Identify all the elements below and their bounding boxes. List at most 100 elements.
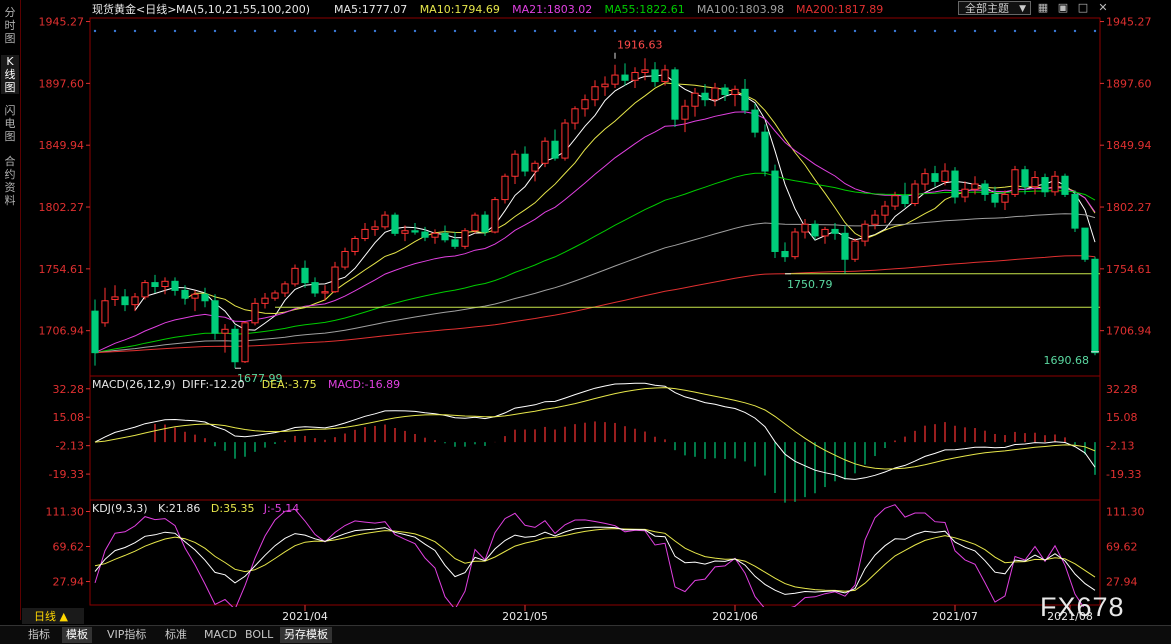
candle-body — [101, 300, 109, 324]
macd-value-dea: DEA:-3.75 — [262, 378, 317, 391]
theme-select[interactable]: 全部主题 ▼ — [958, 1, 1031, 15]
event-dot — [933, 29, 937, 33]
candle-body — [321, 291, 329, 294]
candle-body — [761, 131, 769, 172]
kdj-ytick-label-left: 27.94 — [53, 576, 85, 589]
bottom-tab-boll[interactable]: BOLL — [241, 627, 277, 643]
candle-body — [621, 74, 629, 81]
candle-body — [741, 88, 749, 111]
candle-body — [231, 328, 239, 363]
event-dot — [753, 29, 757, 33]
candle-body — [1021, 169, 1029, 188]
event-dot — [813, 29, 817, 33]
bottom-tab-save-template[interactable]: 另存模板 — [280, 627, 332, 643]
candle-body — [271, 292, 279, 299]
kdj-value-k: K:21.86 — [158, 502, 200, 515]
candle-body — [1051, 175, 1059, 193]
ma-value-ma5: MA5:1777.07 — [334, 3, 407, 16]
event-dot — [133, 29, 137, 33]
candle-body — [431, 232, 439, 238]
ytick-label-left: 1897.60 — [39, 77, 85, 90]
event-dot — [233, 29, 237, 33]
candle-body — [411, 230, 419, 233]
candle-body — [281, 283, 289, 294]
candle-body — [711, 87, 719, 101]
candle-body — [91, 310, 99, 354]
tab-contract-info[interactable]: 合约资料 — [1, 155, 19, 207]
event-dot — [393, 29, 397, 33]
event-dot — [693, 29, 697, 33]
candle-body — [1031, 177, 1039, 188]
ytick-label-right: 1754.61 — [1106, 263, 1152, 276]
candle-body — [111, 296, 119, 300]
event-dot — [613, 29, 617, 33]
candle-body — [531, 162, 539, 172]
kdj-ytick-label-right: 69.62 — [1106, 541, 1138, 554]
bottom-tab-standard[interactable]: 标准 — [161, 627, 191, 643]
candle-body — [981, 183, 989, 195]
bottom-tab-indicator[interactable]: 指标 — [24, 627, 54, 643]
event-dot — [293, 29, 297, 33]
bottom-toolbar: 指标 模板 VIP指标 标准 MACD BOLL 另存模板 — [0, 625, 1171, 644]
event-dot — [713, 29, 717, 33]
macd-ytick-label-right: 15.08 — [1106, 411, 1138, 424]
candle-body — [821, 228, 829, 237]
event-dot — [433, 29, 437, 33]
event-dot — [373, 29, 377, 33]
bottom-tab-macd[interactable]: MACD — [200, 627, 241, 643]
ma10-line — [184, 82, 1096, 315]
candle-body — [861, 223, 869, 242]
event-dot — [1033, 29, 1037, 33]
candle-body — [1081, 227, 1089, 260]
close-icon[interactable]: ✕ — [1096, 1, 1110, 15]
candle-body — [251, 302, 259, 324]
event-dot — [513, 29, 517, 33]
candle-body — [561, 122, 569, 159]
event-dot — [473, 29, 477, 33]
kdj-title: KDJ(9,3,3) — [92, 502, 148, 515]
chart-canvas[interactable]: 1945.27 1945.27 1897.60 1897.60 1849.94 1849.… — [0, 0, 1171, 625]
grid-icon[interactable]: ▦ — [1036, 1, 1050, 15]
candle-body — [131, 296, 139, 306]
event-dot — [653, 29, 657, 33]
event-dot — [573, 29, 577, 33]
event-dot — [1073, 29, 1077, 33]
xtick-label: 2021/05 — [502, 610, 548, 623]
ytick-label-left: 1754.61 — [39, 263, 85, 276]
event-dot — [773, 29, 777, 33]
candle-body — [441, 232, 449, 241]
event-dot — [913, 29, 917, 33]
event-dot — [733, 29, 737, 33]
event-dot — [1013, 29, 1017, 33]
tab-kline[interactable]: K线图 — [1, 55, 19, 94]
kdj-ytick-label-right: 27.94 — [1106, 576, 1138, 589]
bottom-tab-template[interactable]: 模板 — [62, 627, 92, 643]
ma-value-ma21: MA21:1803.02 — [512, 3, 592, 16]
event-dot — [353, 29, 357, 33]
candle-body — [471, 214, 479, 232]
candle-body — [921, 173, 929, 185]
ytick-label-right: 1802.27 — [1106, 201, 1152, 214]
candle-body — [361, 228, 369, 240]
macd-title: MACD(26,12,9) — [92, 378, 176, 391]
tab-timeshare[interactable]: 分时图 — [1, 6, 19, 45]
candle-body — [781, 250, 789, 258]
event-dot — [553, 29, 557, 33]
fullscreen-icon[interactable]: □ — [1076, 1, 1090, 15]
candle-body — [381, 214, 389, 228]
tab-lightning[interactable]: 闪电图 — [1, 104, 19, 143]
candle-body — [491, 199, 499, 233]
candle-body — [871, 214, 879, 225]
candle-body — [801, 223, 809, 233]
kdj-d-line — [94, 528, 1096, 592]
macd-value-macd: MACD:-16.89 — [328, 378, 400, 391]
event-dot — [1093, 29, 1097, 33]
bottom-tab-vip[interactable]: VIP指标 — [103, 627, 150, 643]
candle-body — [661, 69, 669, 83]
candle-body — [201, 293, 209, 302]
period-selector[interactable]: 日线 ▲ — [34, 609, 68, 623]
chart-type-icon[interactable]: ▣ — [1056, 1, 1070, 15]
candle-body — [331, 266, 339, 293]
candle-body — [1061, 175, 1069, 195]
candle-body — [551, 140, 559, 159]
